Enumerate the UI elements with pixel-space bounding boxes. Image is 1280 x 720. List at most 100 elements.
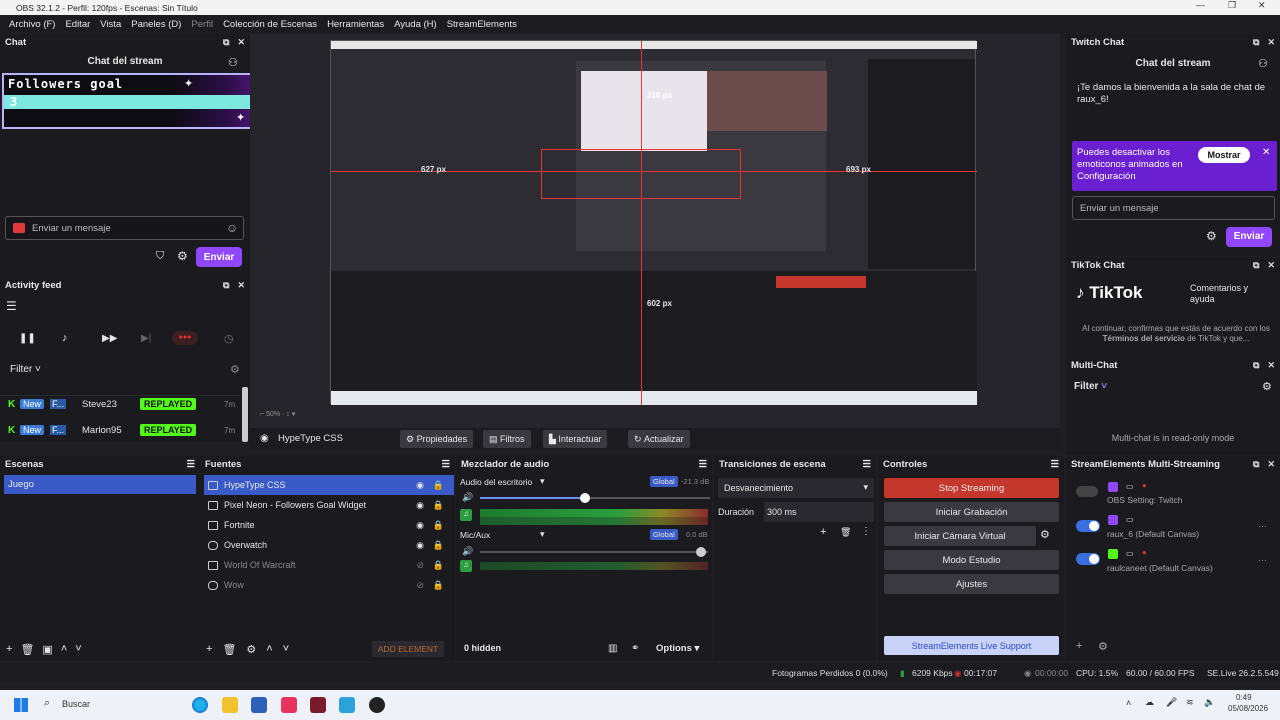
bell-icon[interactable]: ♪ — [62, 332, 68, 344]
source-item[interactable]: Pixel Neon - Followers Goal Widget ◉ 🔒 — [204, 495, 454, 515]
options-dropdown[interactable]: Options ▾ — [656, 643, 699, 654]
duration-input[interactable]: 300 ms — [764, 502, 874, 522]
menu-ayuda[interactable]: Ayuda (H) — [389, 19, 442, 30]
chevron-down-icon[interactable]: ▾ — [540, 529, 545, 540]
lock-icon[interactable]: 🔒 — [433, 560, 444, 571]
volume-slider[interactable] — [480, 551, 708, 553]
hidden-count[interactable]: 0 hidden — [464, 643, 501, 653]
menu-vista[interactable]: Vista — [95, 19, 126, 30]
lock-icon[interactable]: 🔒 — [433, 480, 444, 491]
twitch-send-button[interactable]: Enviar — [1226, 227, 1272, 247]
down-icon[interactable]: ˅ — [283, 643, 289, 656]
down-icon[interactable]: ˅ — [75, 643, 81, 656]
more-icon[interactable]: ⋮ — [861, 526, 871, 537]
toggle-switch[interactable] — [1076, 520, 1100, 532]
add-icon[interactable]: + — [6, 643, 12, 656]
gear-icon[interactable]: ⚙ — [1040, 528, 1050, 541]
float-icon[interactable]: ⧉ — [1253, 459, 1259, 470]
close-icon[interactable]: ✕ — [1267, 360, 1275, 371]
activity-row[interactable]: K New F... Steve23 REPLAYED 7m — [0, 395, 240, 415]
float-icon[interactable]: ⧉ — [223, 280, 229, 291]
filters-button[interactable]: ▤ Filtros — [483, 430, 531, 448]
close-icon[interactable]: ✕ — [1258, 0, 1266, 11]
eye-icon[interactable]: ◉ — [416, 500, 424, 511]
eye-hidden-icon[interactable]: ⊘ — [416, 580, 424, 591]
menu-herramientas[interactable]: Herramientas — [322, 19, 389, 30]
add-icon[interactable]: + — [206, 643, 212, 656]
pause-icon[interactable]: ❚❚ — [19, 333, 36, 344]
filter-dropdown[interactable]: Filter ˅ — [10, 364, 41, 375]
refresh-button[interactable]: ↻ Actualizar — [628, 430, 690, 448]
next-icon[interactable]: ▶| — [141, 333, 151, 344]
close-icon[interactable]: ✕ — [1267, 260, 1275, 271]
up-icon[interactable]: ˄ — [266, 643, 272, 656]
settings-button[interactable]: Ajustes — [884, 574, 1059, 594]
gear-icon[interactable]: ⚙ — [230, 363, 240, 376]
volume-handle[interactable] — [580, 493, 590, 503]
timer-icon[interactable]: ◷ — [224, 332, 234, 345]
menu-coleccion[interactable]: Colección de Escenas — [218, 19, 322, 30]
preview-canvas[interactable]: 627 px 693 px 602 px 318 px — [330, 40, 977, 405]
float-icon[interactable]: ⧉ — [1253, 360, 1259, 371]
close-icon[interactable]: ✕ — [1262, 147, 1270, 158]
menu-streamelements[interactable]: StreamElements — [442, 19, 522, 30]
app-icon[interactable] — [310, 697, 326, 713]
eye-icon[interactable]: ◉ — [416, 520, 424, 531]
file-explorer-icon[interactable] — [222, 697, 238, 713]
up-icon[interactable]: ˄ — [61, 643, 67, 656]
activity-row[interactable]: K New F... Marlon95 REPLAYED 7m — [0, 422, 240, 442]
menu-icon[interactable]: ☰ — [1050, 459, 1059, 470]
volume-handle[interactable] — [696, 547, 706, 557]
close-icon[interactable]: ✕ — [1267, 459, 1275, 470]
eye-icon[interactable]: ◉ — [416, 480, 424, 491]
wifi-icon[interactable]: ≋ — [1186, 697, 1194, 708]
menu-perfil[interactable]: Perfil — [186, 19, 218, 30]
live-support-button[interactable]: StreamElements Live Support — [884, 636, 1059, 655]
show-button[interactable]: Mostrar — [1198, 147, 1250, 163]
float-icon[interactable]: ⧉ — [1253, 37, 1259, 48]
lock-icon[interactable]: 🔒 — [433, 500, 444, 511]
lock-icon[interactable]: 🔒 — [433, 540, 444, 551]
transition-select[interactable]: Desvanecimiento ▾ — [718, 478, 874, 498]
stack-icon[interactable]: ▣ — [42, 643, 52, 656]
menu-paneles[interactable]: Paneles (D) — [126, 19, 186, 30]
source-item[interactable]: HypeType CSS ◉ 🔒 — [204, 475, 454, 495]
source-item[interactable]: Wow ⊘ 🔒 — [204, 575, 454, 595]
replayed-badge[interactable]: REPLAYED — [140, 398, 197, 410]
menu-editar[interactable]: Editar — [60, 19, 95, 30]
app-icon[interactable] — [339, 697, 355, 713]
menu-archivo[interactable]: Archivo (F) — [4, 19, 60, 30]
menu-icon[interactable]: ☰ — [186, 459, 195, 470]
send-button[interactable]: Enviar — [196, 247, 242, 267]
gear-icon[interactable]: ⚙ — [1206, 229, 1217, 243]
lock-icon[interactable]: 🔒 — [433, 580, 444, 591]
more-icon[interactable]: ⋯ — [1258, 555, 1267, 566]
headphones-icon[interactable]: ♫ — [460, 560, 472, 572]
zoom-label[interactable]: ⌐ 50% · ↕ ▾ — [260, 410, 295, 418]
menu-icon[interactable]: ☰ — [862, 459, 871, 470]
source-item[interactable]: Fortnite ◉ 🔒 — [204, 515, 454, 535]
gear-icon[interactable]: ⚙ — [1262, 380, 1272, 393]
user-settings-icon[interactable]: ⚇ — [228, 56, 238, 69]
gear-icon[interactable]: ⚙ — [177, 249, 188, 263]
tray-icon[interactable]: ☁ — [1145, 697, 1154, 708]
close-icon[interactable]: ✕ — [237, 280, 245, 291]
more-icon[interactable]: ⋯ — [1258, 521, 1267, 532]
record-toggle-icon[interactable]: ●●● — [172, 331, 198, 345]
trash-icon[interactable]: 🗑 — [222, 643, 236, 656]
scope-badge[interactable]: Global — [650, 476, 678, 487]
replayed-badge[interactable]: REPLAYED — [140, 424, 197, 436]
store-icon[interactable] — [251, 697, 267, 713]
minimize-icon[interactable]: — — [1196, 0, 1205, 10]
trash-icon[interactable]: 🗑 — [840, 527, 851, 538]
app-icon[interactable] — [281, 697, 297, 713]
toggle-switch[interactable] — [1076, 486, 1098, 497]
tray-icon[interactable]: 🎤 — [1166, 697, 1177, 708]
headphones-icon[interactable]: ♫ — [460, 509, 472, 521]
scope-badge[interactable]: Global — [650, 529, 678, 540]
float-icon[interactable]: ⧉ — [223, 37, 229, 48]
close-icon[interactable]: ✕ — [237, 37, 245, 48]
menu-icon[interactable]: ☰ — [441, 459, 450, 470]
add-element-button[interactable]: ADD ELEMENT — [372, 641, 444, 657]
gear-icon[interactable]: ⚙ — [246, 643, 256, 656]
